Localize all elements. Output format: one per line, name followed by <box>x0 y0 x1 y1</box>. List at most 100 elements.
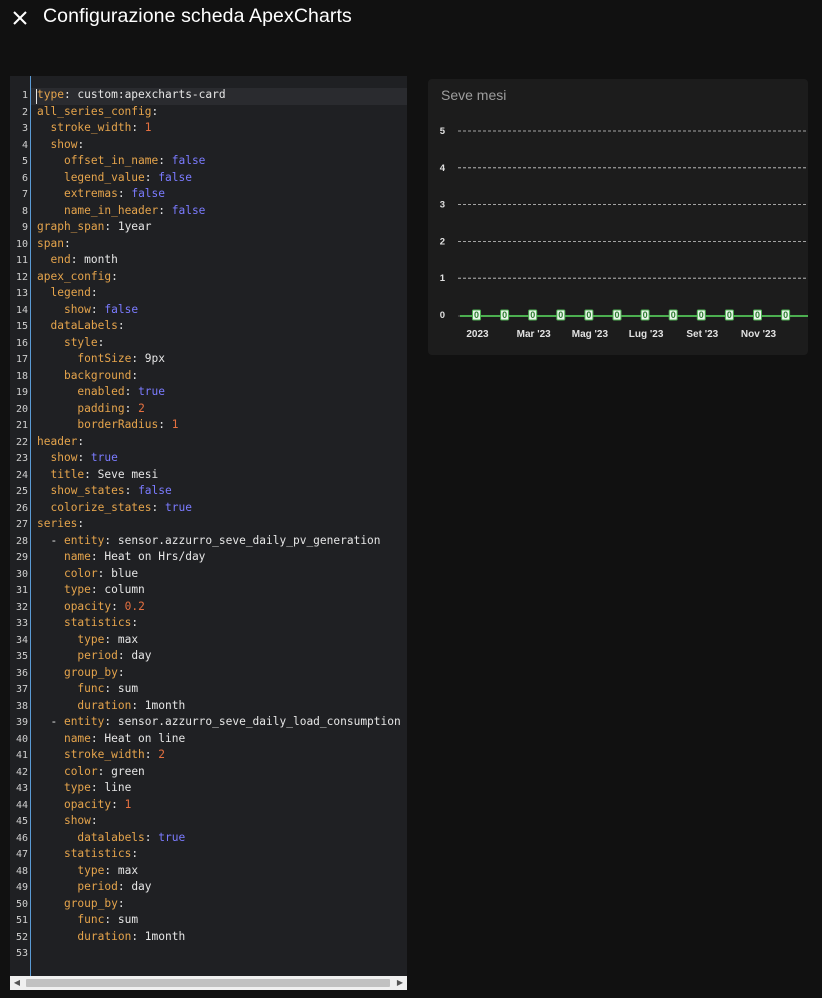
code-line[interactable]: graph_span: 1year <box>37 220 152 237</box>
code-line[interactable]: duration: 1month <box>37 699 185 716</box>
scroll-left-arrow-icon[interactable]: ◀ <box>10 976 24 990</box>
line-number: 3 <box>21 123 28 134</box>
code-line[interactable]: enabled: true <box>37 385 165 402</box>
code-line[interactable]: extremas: false <box>37 187 165 204</box>
code-token: period <box>77 880 118 893</box>
code-line[interactable]: legend: <box>37 286 97 303</box>
code-token: : day <box>117 649 152 662</box>
code-token: 0.2 <box>124 599 145 613</box>
code-line[interactable]: func: sum <box>37 913 138 930</box>
code-line[interactable]: type: column <box>37 583 145 600</box>
code-token: func <box>77 682 105 695</box>
data-label: 0 <box>643 310 648 320</box>
code-line[interactable]: type: max <box>37 633 138 650</box>
code-line[interactable]: color: green <box>37 765 145 782</box>
code-token: end <box>50 253 71 266</box>
code-line[interactable]: borderRadius: 1 <box>37 418 178 435</box>
code-line[interactable]: name: Heat on Hrs/day <box>37 550 205 567</box>
line-number: 28 <box>15 535 28 547</box>
scrollbar-thumb[interactable] <box>26 979 390 987</box>
yaml-code-editor[interactable]: 1 type: custom:apexcharts-card 2 all_series… <box>10 76 407 976</box>
line-number: 24 <box>15 469 28 481</box>
code-line[interactable]: - entity: sensor.azzurro_seve_daily_pv_g… <box>37 534 380 551</box>
line-number: 45 <box>15 816 28 827</box>
code-token: : <box>158 154 172 167</box>
code-line[interactable]: fontSize: 9px <box>37 352 165 369</box>
code-line[interactable]: statistics: <box>37 847 138 864</box>
code-line[interactable]: period: day <box>37 649 152 666</box>
data-label: 0 <box>755 310 760 320</box>
line-number: 1 <box>21 90 28 101</box>
code-line[interactable]: series: <box>37 517 84 534</box>
code-line[interactable]: - entity: sensor.azzurro_seve_daily_load… <box>37 715 400 732</box>
x-tick-label: Mar '23 <box>517 329 552 340</box>
code-line[interactable]: show: true <box>37 451 118 468</box>
code-line[interactable]: stroke_width: 1 <box>37 121 151 138</box>
code-line[interactable]: func: sum <box>37 682 138 699</box>
code-line[interactable]: opacity: 1 <box>37 798 131 815</box>
data-label: 0 <box>727 310 732 320</box>
code-line[interactable]: group_by: <box>37 666 125 683</box>
code-token: : <box>131 847 139 860</box>
code-token: : <box>90 302 105 316</box>
code-token: show <box>50 137 78 151</box>
code-line[interactable]: show: <box>37 138 84 155</box>
code-line[interactable]: show: <box>37 814 98 831</box>
data-label: 0 <box>530 310 535 320</box>
code-line[interactable]: opacity: 0.2 <box>37 600 145 617</box>
code-line[interactable]: header: <box>37 435 84 452</box>
code-line[interactable]: statistics: <box>37 616 138 633</box>
code-line[interactable]: type: line <box>37 781 131 798</box>
code-line[interactable]: style: <box>37 336 104 353</box>
code-line[interactable]: duration: 1month <box>37 930 185 947</box>
line-number: 13 <box>15 288 28 299</box>
code-line[interactable]: padding: 2 <box>37 402 144 419</box>
code-line[interactable]: period: day <box>37 880 151 897</box>
line-number: 39 <box>15 717 28 728</box>
code-token: type <box>77 632 105 646</box>
code-line[interactable]: title: Seve mesi <box>37 468 158 485</box>
code-token: : <box>144 748 159 761</box>
code-line[interactable]: background: <box>37 369 138 386</box>
line-number: 5 <box>21 156 28 167</box>
close-icon[interactable] <box>9 7 31 29</box>
code-line[interactable]: type: max <box>37 864 138 881</box>
code-line[interactable]: name_in_header: false <box>37 204 205 221</box>
line-number: 17 <box>15 354 28 365</box>
code-line[interactable]: all_series_config: <box>37 105 158 122</box>
code-line[interactable]: apex_config: <box>37 270 118 287</box>
horizontal-scrollbar[interactable]: ◀ ▶ <box>10 976 407 990</box>
code-line[interactable]: name: Heat on line <box>37 732 185 749</box>
code-line[interactable]: group_by: <box>37 897 125 914</box>
code-line[interactable]: span: <box>37 237 71 254</box>
code-line[interactable]: show: false <box>37 303 138 320</box>
line-number: 29 <box>15 552 28 563</box>
scroll-right-arrow-icon[interactable]: ▶ <box>393 976 407 990</box>
code-line[interactable]: colorize_states: true <box>37 501 191 518</box>
code-line[interactable]: datalabels: true <box>37 831 185 848</box>
code-token: : <box>131 616 139 629</box>
code-token: show <box>50 451 78 464</box>
line-number: 41 <box>15 750 28 761</box>
code-line[interactable]: stroke_width: 2 <box>37 748 165 765</box>
code-line[interactable]: color: blue <box>37 567 138 584</box>
code-line[interactable]: offset_in_name: false <box>37 154 205 171</box>
code-token: true <box>90 451 118 464</box>
code-token: dataLabels <box>50 319 118 332</box>
code-line[interactable]: dataLabels: <box>37 319 124 336</box>
code-line[interactable]: type: custom:apexcharts-card <box>37 88 226 105</box>
code-line[interactable]: legend_value: false <box>37 171 192 188</box>
code-token: entity <box>63 715 105 728</box>
line-number: 40 <box>15 733 28 745</box>
code-line[interactable]: show_states: false <box>37 484 171 501</box>
code-line[interactable]: end: month <box>37 253 117 270</box>
